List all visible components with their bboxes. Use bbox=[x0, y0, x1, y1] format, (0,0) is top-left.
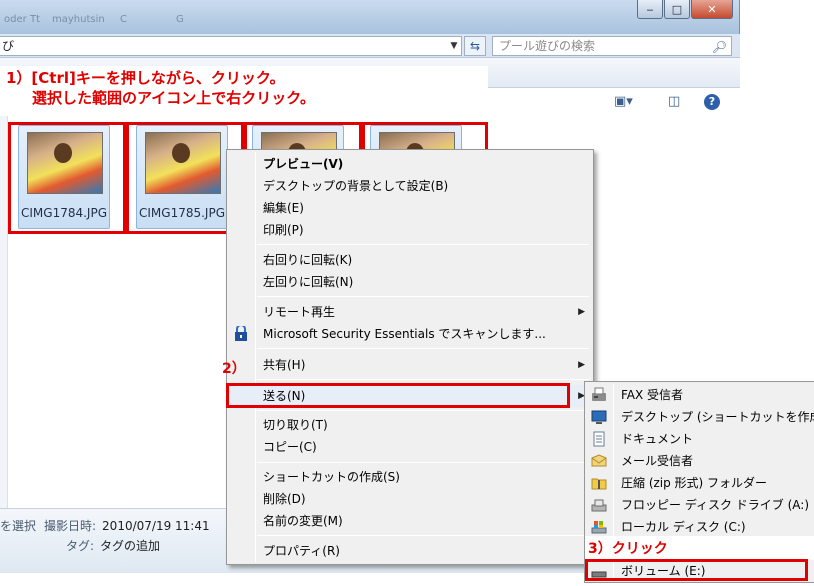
menu-item-print[interactable]: 印刷(P) bbox=[227, 219, 593, 241]
context-menu: プレビュー(V) デスクトップの背景として設定(B) 編集(E) 印刷(P) 右… bbox=[226, 149, 594, 565]
chevron-down-icon[interactable]: ▼ bbox=[446, 36, 462, 56]
fax-icon bbox=[591, 387, 607, 403]
sendto-zip-folder[interactable]: 圧縮 (zip 形式) フォルダー bbox=[585, 472, 814, 494]
annotation-instructions: 1）[Ctrl]キーを押しながら、クリック。 選択した範囲のアイコン上で右クリッ… bbox=[0, 66, 488, 116]
mail-icon bbox=[591, 453, 607, 469]
menu-item-create-shortcut[interactable]: ショートカットの作成(S) bbox=[227, 466, 593, 488]
menu-item-remote-play[interactable]: リモート再生 ▶ bbox=[227, 301, 593, 323]
menu-item-rotate-clockwise[interactable]: 右回りに回転(K) bbox=[227, 249, 593, 271]
floppy-icon bbox=[591, 497, 607, 513]
send-to-highlight bbox=[226, 383, 570, 408]
volume-e-highlight bbox=[585, 559, 808, 581]
menu-item-rotate-counterclockwise[interactable]: 左回りに回転(N) bbox=[227, 271, 593, 293]
date-taken-row: 撮影日時: 2010/07/19 11:41 bbox=[44, 517, 210, 534]
menu-separator bbox=[257, 379, 589, 380]
search-placeholder: プール遊びの検索 bbox=[499, 39, 596, 53]
close-button[interactable]: ✕ bbox=[691, 0, 733, 19]
menu-item-copy[interactable]: コピー(C) bbox=[227, 436, 593, 458]
window-titlebar: oder Tt mayhutsin C G ‒ □ ✕ bbox=[0, 0, 740, 34]
date-taken-value: 2010/07/19 11:41 bbox=[102, 519, 210, 533]
background-window-text: C bbox=[120, 14, 127, 25]
menu-separator bbox=[257, 296, 589, 297]
navigation-pane-edge bbox=[0, 88, 8, 508]
minimize-button[interactable]: ‒ bbox=[637, 0, 663, 19]
selection-highlight bbox=[8, 122, 126, 234]
sendto-local-disk[interactable]: ローカル ディスク (C:) bbox=[585, 516, 814, 538]
desktop-icon bbox=[591, 409, 607, 425]
security-essentials-icon bbox=[233, 324, 249, 342]
annotation-line-1: 1）[Ctrl]キーを押しながら、クリック。 bbox=[6, 69, 285, 87]
menu-item-properties[interactable]: プロパティ(R) bbox=[227, 540, 593, 562]
tags-label: タグ: bbox=[66, 539, 95, 553]
menu-separator bbox=[257, 348, 589, 349]
menu-item-cut[interactable]: 切り取り(T) bbox=[227, 414, 593, 436]
date-taken-label: 撮影日時: bbox=[44, 519, 97, 533]
change-view-icon[interactable]: ▣▾ bbox=[614, 94, 633, 109]
preview-pane-icon[interactable]: ◫ bbox=[668, 94, 680, 109]
menu-separator bbox=[257, 410, 589, 411]
background-window-text: Tt bbox=[30, 14, 41, 25]
menu-item-rename[interactable]: 名前の変更(M) bbox=[227, 510, 593, 532]
menu-separator bbox=[257, 535, 589, 536]
background-window-text: oder bbox=[4, 14, 27, 25]
submenu-arrow-icon: ▶ bbox=[578, 307, 585, 317]
submenu-arrow-icon: ▶ bbox=[578, 360, 585, 370]
menu-separator bbox=[257, 462, 589, 463]
menu-item-preview[interactable]: プレビュー(V) bbox=[227, 153, 593, 175]
sendto-desktop-shortcut[interactable]: デスクトップ (ショートカットを作成) bbox=[585, 406, 814, 428]
search-icon[interactable]: 🔎︎ bbox=[712, 38, 727, 56]
tags-row: タグ: タグの追加 bbox=[66, 537, 160, 554]
refresh-icon[interactable]: ⇆ bbox=[464, 36, 486, 56]
sendto-fax-recipient[interactable]: FAX 受信者 bbox=[585, 384, 814, 406]
menu-item-share[interactable]: 共有(H) ▶ bbox=[227, 354, 593, 376]
address-field[interactable]: び bbox=[0, 36, 462, 56]
annotation-line-2: 選択した範囲のアイコン上で右クリック。 bbox=[32, 89, 316, 107]
menu-separator bbox=[257, 244, 589, 245]
menu-item-delete[interactable]: 削除(D) bbox=[227, 488, 593, 510]
step-3-label: 3）クリック bbox=[588, 541, 668, 557]
help-icon[interactable]: ? bbox=[704, 94, 720, 110]
tags-value[interactable]: タグの追加 bbox=[100, 539, 160, 553]
selection-count-text: を選択 bbox=[0, 519, 37, 533]
background-window-text: G bbox=[176, 14, 184, 25]
menu-item-set-desktop-background[interactable]: デスクトップの背景として設定(B) bbox=[227, 175, 593, 197]
sendto-mail-recipient[interactable]: メール受信者 bbox=[585, 450, 814, 472]
zip-folder-icon bbox=[591, 475, 607, 491]
menu-item-edit[interactable]: 編集(E) bbox=[227, 197, 593, 219]
step-2-label: 2） bbox=[222, 361, 246, 377]
maximize-button[interactable]: □ bbox=[664, 0, 690, 19]
window-controls: ‒ □ ✕ bbox=[637, 0, 733, 19]
address-bar: び ▼ ⇆ プール遊びの検索 🔎︎ bbox=[0, 34, 740, 58]
sendto-floppy-drive[interactable]: フロッピー ディスク ドライブ (A:) bbox=[585, 494, 814, 516]
menu-item-security-scan[interactable]: Microsoft Security Essentials でスキャンします..… bbox=[227, 323, 593, 345]
background-window-text: mayhutsin bbox=[52, 14, 105, 25]
sendto-documents[interactable]: ドキュメント bbox=[585, 428, 814, 450]
documents-icon bbox=[591, 431, 607, 447]
local-disk-icon bbox=[591, 519, 607, 535]
search-input[interactable]: プール遊びの検索 🔎︎ bbox=[492, 36, 732, 56]
